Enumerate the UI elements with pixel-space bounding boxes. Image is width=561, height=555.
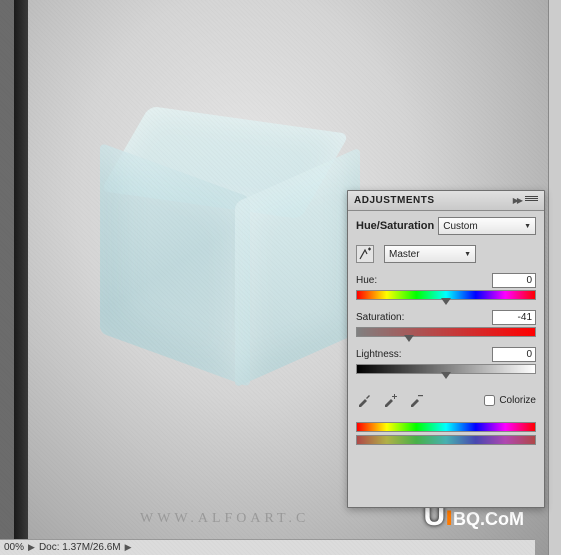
adjustment-name: Hue/Saturation [356,220,434,232]
hue-slider[interactable] [356,290,536,300]
colorize-label: Colorize [499,395,536,406]
panel-menu-icon[interactable] [525,196,538,206]
colorize-checkbox[interactable] [484,395,495,406]
chevron-right-icon[interactable]: ▶ [125,542,132,553]
panel-title: ADJUSTMENTS [354,195,435,206]
status-bar: 00% ▶ Doc: 1.37M/26.6M ▶ [0,539,535,555]
collapse-arrows-icon[interactable]: ▶▶ [513,196,521,205]
spectrum-before [356,422,536,432]
doc-size: Doc: 1.37M/26.6M [39,542,121,553]
panel-header[interactable]: ADJUSTMENTS ▶▶ [348,191,544,211]
lightness-thumb[interactable] [441,372,451,379]
adjustments-panel: ADJUSTMENTS ▶▶ Hue/Saturation Custom Mas… [347,190,545,508]
eyedropper-icon[interactable] [356,392,372,408]
saturation-slider-group: Saturation: -41 [356,310,536,337]
lightness-label: Lightness: [356,349,402,360]
saturation-thumb[interactable] [404,335,414,342]
zoom-level[interactable]: 00% [4,542,24,553]
vertical-scrollbar[interactable] [548,0,561,555]
targeted-adjustment-icon[interactable] [356,245,374,263]
hue-label: Hue: [356,275,377,286]
watermark-text: WWW.ALFOART.C [140,511,309,527]
lightness-slider[interactable] [356,364,536,374]
chevron-right-icon[interactable]: ▶ [28,542,35,553]
saturation-value[interactable]: -41 [492,310,536,325]
hue-thumb[interactable] [441,298,451,305]
preset-dropdown[interactable]: Custom [438,217,536,235]
hue-slider-group: Hue: 0 [356,273,536,300]
lightness-value[interactable]: 0 [492,347,536,362]
saturation-slider[interactable] [356,327,536,337]
eyedropper-subtract-icon[interactable] [408,392,424,408]
colorize-option[interactable]: Colorize [484,395,536,406]
spectrum-after [356,435,536,445]
eyedropper-add-icon[interactable] [382,392,398,408]
ice-cube-artwork [105,120,355,390]
lightness-slider-group: Lightness: 0 [356,347,536,374]
channel-dropdown[interactable]: Master [384,245,476,263]
hue-value[interactable]: 0 [492,273,536,288]
doc-edge [14,0,28,555]
saturation-label: Saturation: [356,312,404,323]
